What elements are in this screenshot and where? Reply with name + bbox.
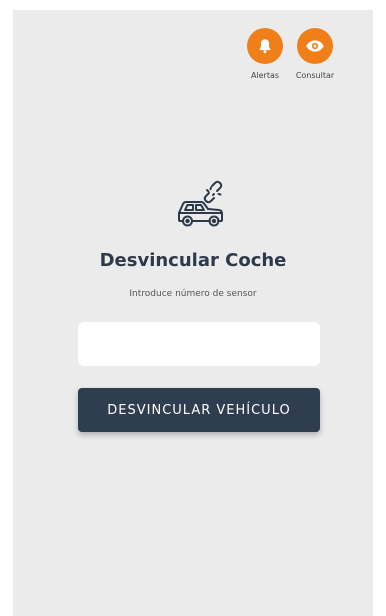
alerts-icon-circle — [247, 28, 283, 64]
alerts-label: Alertas — [250, 71, 280, 80]
consult-icon-circle — [297, 28, 333, 64]
header-actions: Alertas Consultar — [245, 28, 335, 80]
sensor-number-input[interactable] — [78, 322, 320, 366]
bell-icon — [259, 39, 271, 54]
consult-button[interactable]: Consultar — [295, 28, 335, 80]
car-unlink-icon — [178, 180, 223, 227]
sensor-instruction: Introduce número de sensor — [129, 289, 257, 299]
page-title: Desvincular Coche — [99, 250, 287, 271]
consult-label: Consultar — [295, 71, 335, 80]
app-screen: Alertas Consultar Desvincular Coche Intr… — [13, 10, 373, 616]
eye-icon — [306, 40, 324, 52]
alerts-button[interactable]: Alertas — [245, 28, 285, 80]
unlink-vehicle-button[interactable]: DESVINCULAR VEHÍCULO — [78, 388, 320, 432]
